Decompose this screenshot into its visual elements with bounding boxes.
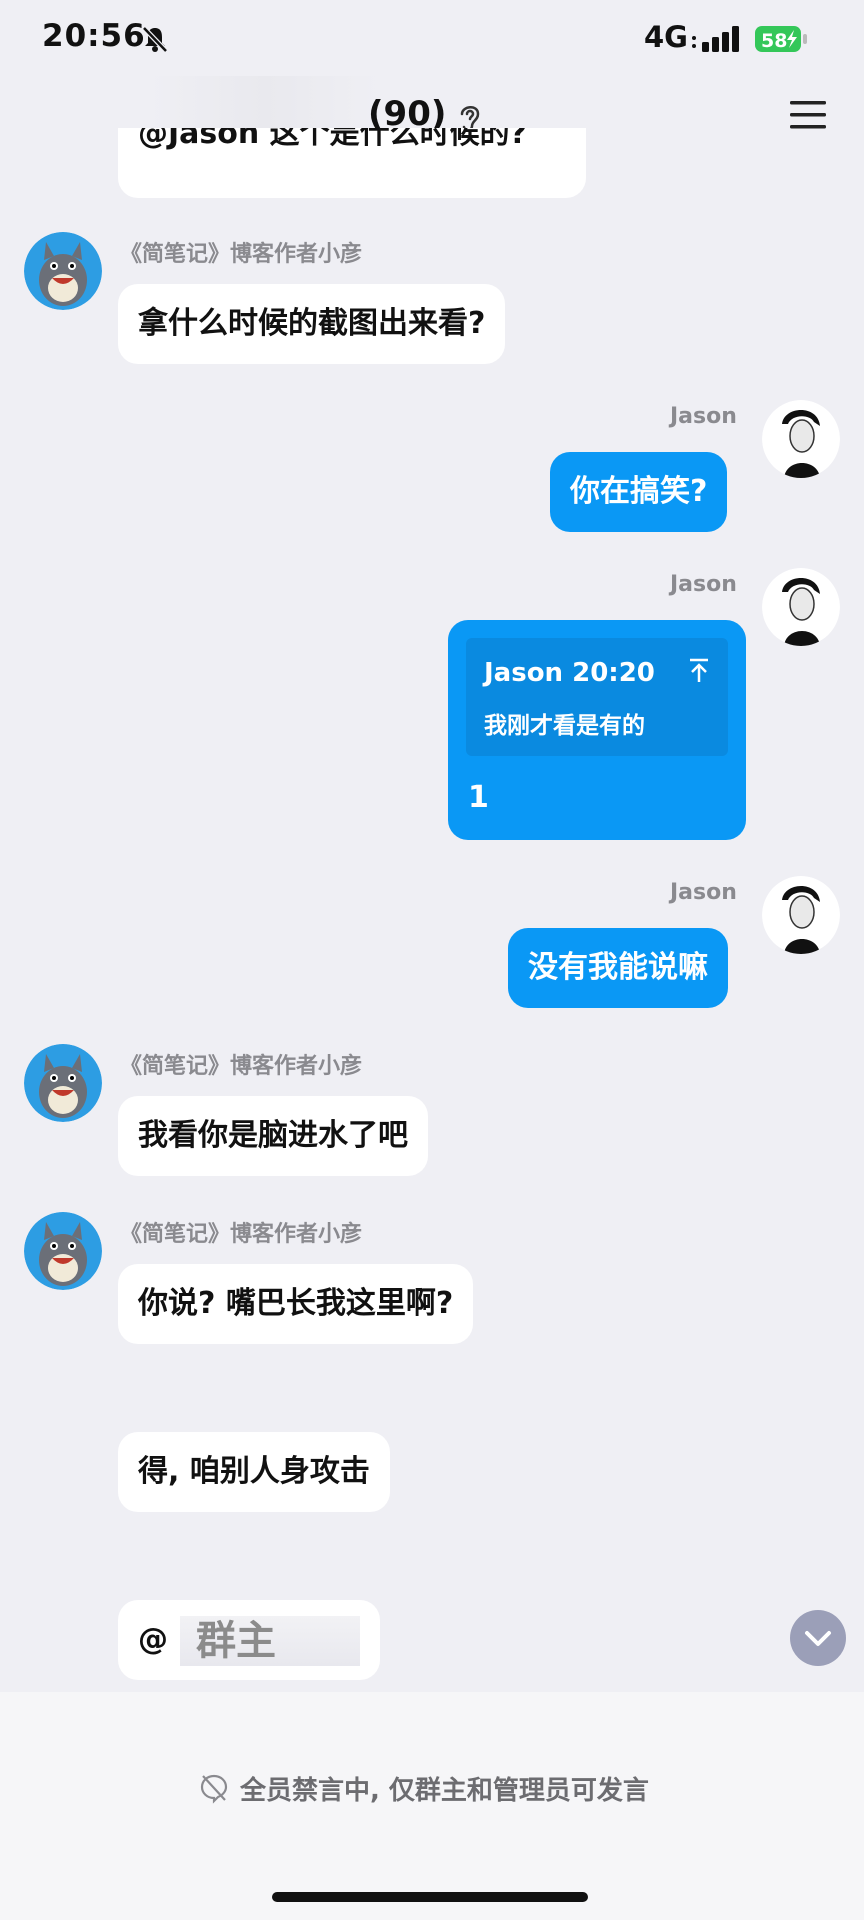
avatar-totoro[interactable]: [24, 1044, 102, 1122]
home-indicator[interactable]: [272, 1892, 588, 1902]
portrait-icon: [762, 568, 840, 646]
jump-to-top-icon[interactable]: [688, 658, 710, 684]
input-area-muted: 全员禁言中, 仅群主和管理员可发言: [0, 1692, 864, 1920]
message-bubble[interactable]: 我看你是脑进水了吧: [118, 1096, 428, 1176]
chevron-down-icon: [805, 1631, 831, 1646]
message-text: @Jason 这个是什么时候的?: [138, 128, 528, 151]
quote-author: Jason 20:20: [484, 658, 655, 688]
sender-name: 《简笔记》博客作者小彦: [120, 1054, 363, 1079]
scroll-to-bottom-button[interactable]: [790, 1610, 846, 1666]
signal-icon: [692, 26, 739, 52]
sender-name: Jason: [670, 880, 737, 905]
status-time: 20:56: [42, 18, 146, 54]
portrait-icon: [762, 876, 840, 954]
avatar-totoro[interactable]: [24, 1212, 102, 1290]
mute-icon: [200, 1774, 228, 1804]
menu-icon[interactable]: [788, 98, 828, 132]
battery-level: 58: [761, 30, 787, 52]
message-bubble[interactable]: 你说? 嘴巴长我这里啊?: [118, 1264, 474, 1344]
sender-name: 《简笔记》博客作者小彦: [120, 1222, 363, 1247]
quoted-message[interactable]: Jason 20:20 我刚才看是有的: [466, 638, 728, 756]
message-bubble-self[interactable]: 你在搞笑?: [550, 452, 728, 532]
portrait-icon: [762, 400, 840, 478]
totoro-icon: [24, 232, 102, 310]
bell-muted-icon: [142, 26, 168, 53]
message-bubble-quote[interactable]: Jason 20:20 我刚才看是有的 1: [448, 620, 746, 840]
message-bubble-partial: @Jason 这个是什么时候的?: [118, 128, 586, 198]
avatar-jason[interactable]: [762, 876, 840, 954]
battery-icon: 58: [755, 26, 807, 52]
quote-text: 我刚才看是有的: [484, 713, 645, 739]
message-text: 我看你是脑进水了吧: [138, 1118, 408, 1153]
totoro-icon: [24, 1212, 102, 1290]
message-text: 你说? 嘴巴长我这里啊?: [138, 1286, 454, 1321]
status-bar: 20:56 4G 58: [0, 0, 864, 76]
avatar-jason[interactable]: [762, 400, 840, 478]
mention-target: 群主: [180, 1615, 360, 1666]
totoro-icon: [24, 1044, 102, 1122]
mention-at: @: [138, 1622, 168, 1657]
sender-name: Jason: [670, 572, 737, 597]
message-text: 没有我能说嘛: [528, 950, 708, 985]
message-bubble-self[interactable]: 没有我能说嘛: [508, 928, 728, 1008]
message-bubble-mention[interactable]: @ 群主: [118, 1600, 380, 1680]
sender-name: 《简笔记》博客作者小彦: [120, 242, 363, 267]
sender-name: Jason: [670, 404, 737, 429]
network-label: 4G: [644, 20, 688, 54]
mute-notice: 全员禁言中, 仅群主和管理员可发言: [240, 1776, 649, 1806]
message-bubble[interactable]: 拿什么时候的截图出来看?: [118, 284, 506, 364]
message-text: 得, 咱别人身攻击: [138, 1454, 370, 1489]
avatar-totoro[interactable]: [24, 232, 102, 310]
avatar-jason[interactable]: [762, 568, 840, 646]
message-text: 1: [468, 780, 489, 815]
message-bubble[interactable]: 得, 咱别人身攻击: [118, 1432, 390, 1512]
message-text: 你在搞笑?: [570, 474, 708, 509]
message-text: 拿什么时候的截图出来看?: [138, 306, 486, 341]
